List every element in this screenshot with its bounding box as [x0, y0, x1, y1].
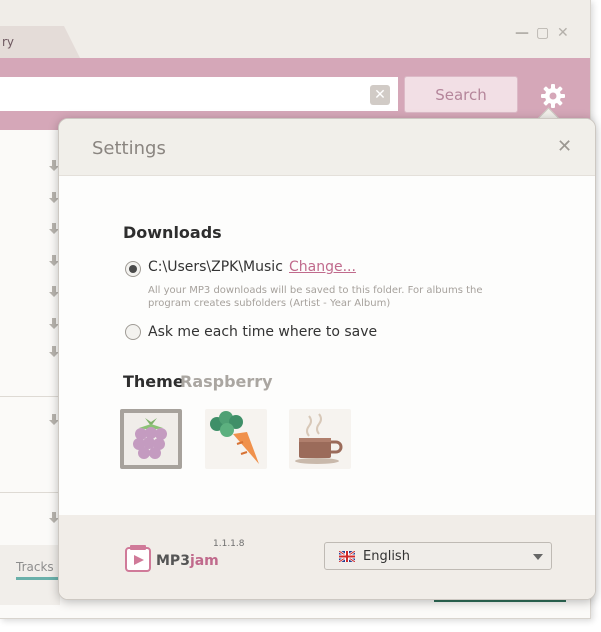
uk-flag-icon: [339, 551, 355, 562]
maximize-button[interactable]: ▢: [536, 25, 549, 41]
app-version: 1.1.1.8: [213, 539, 245, 549]
gear-icon[interactable]: [540, 83, 566, 109]
list-divider: [0, 396, 58, 397]
carrot-icon: [210, 411, 259, 464]
raspberry-icon: [133, 418, 167, 459]
language-select[interactable]: English: [324, 542, 552, 570]
dialog-header: Settings ✕: [59, 119, 595, 176]
clear-search-button[interactable]: ✕: [370, 85, 390, 105]
app-logo-text: MP3jam: [156, 553, 219, 569]
dialog-title: Settings: [92, 138, 166, 159]
folder-hint: All your MP3 downloads will be saved to …: [148, 285, 483, 309]
list-divider: [0, 492, 58, 493]
close-icon[interactable]: ✕: [557, 136, 572, 157]
search-input[interactable]: [0, 77, 398, 111]
ask-each-time-label: Ask me each time where to save: [148, 324, 378, 340]
search-button[interactable]: Search: [404, 76, 518, 113]
app-footer: [0, 545, 60, 605]
mp3jam-logo-icon: [125, 545, 151, 572]
coffee-icon: [295, 413, 343, 464]
downloads-heading: Downloads: [123, 223, 222, 242]
tracks-tab-indicator: [16, 577, 58, 580]
ask-each-time-radio[interactable]: [125, 324, 141, 340]
track-list: [0, 140, 60, 540]
logo-text-jam: jam: [189, 553, 219, 569]
settings-dialog: Settings ✕ Downloads C:\Users\ZPK\Music …: [58, 118, 596, 600]
tracks-tab[interactable]: Tracks: [16, 560, 54, 574]
chevron-down-icon: [533, 554, 543, 560]
theme-heading: Theme: [123, 372, 184, 391]
download-path: C:\Users\ZPK\Music: [148, 259, 283, 275]
theme-current: Raspberry: [180, 372, 273, 391]
close-window-button[interactable]: ✕: [557, 25, 569, 41]
tab-label: ry: [2, 35, 15, 49]
minimize-button[interactable]: —: [515, 25, 529, 41]
language-label: English: [363, 549, 410, 564]
theme-coffee[interactable]: [289, 409, 351, 469]
tab[interactable]: ry: [0, 26, 80, 58]
logo-text-mp3: MP3: [156, 553, 190, 569]
theme-raspberry[interactable]: [120, 409, 182, 469]
theme-carrot[interactable]: [205, 409, 267, 469]
change-folder-link[interactable]: Change...: [289, 259, 356, 275]
title-bar: ry — ▢ ✕: [0, 0, 590, 58]
folder-radio[interactable]: [125, 261, 141, 277]
